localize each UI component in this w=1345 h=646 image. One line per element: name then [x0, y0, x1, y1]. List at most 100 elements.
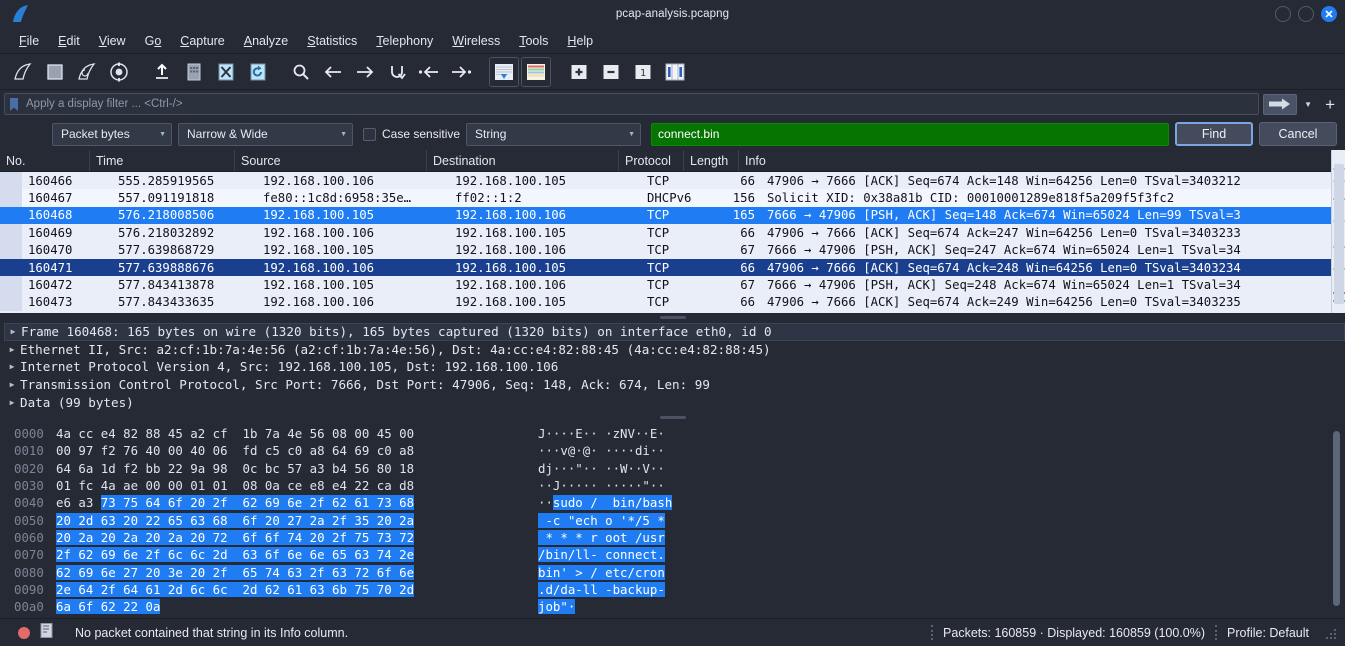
- packet-list-scrollbar[interactable]: [1331, 150, 1345, 313]
- restart-capture-icon[interactable]: [72, 57, 102, 87]
- find-search-in-value: Packet bytes: [61, 127, 130, 141]
- detail-row[interactable]: ▶ Data (99 bytes): [4, 393, 1345, 411]
- column-header-time[interactable]: Time: [90, 150, 235, 171]
- row-gutter: [0, 241, 22, 259]
- column-header-info[interactable]: Info: [739, 150, 1345, 171]
- detail-row[interactable]: ▶ Internet Protocol Version 4, Src: 192.1…: [4, 358, 1345, 376]
- menu-statistics[interactable]: Statistics: [298, 31, 366, 51]
- capture-options-icon[interactable]: [104, 57, 134, 87]
- menu-go[interactable]: Go: [136, 31, 171, 51]
- auto-scroll-icon[interactable]: [489, 56, 519, 87]
- go-back-icon[interactable]: [318, 57, 348, 87]
- hex-scroll-thumb[interactable]: [1333, 431, 1340, 606]
- menu-edit[interactable]: Edit: [49, 31, 89, 51]
- find-button[interactable]: Find: [1175, 122, 1253, 146]
- find-display-type-select[interactable]: String ▼: [466, 122, 642, 146]
- window-resize-grip[interactable]: [1325, 627, 1337, 639]
- hex-row[interactable]: 0070 2f 62 69 6e 2f 6c 6c 2d 63 6f 6e 6e …: [0, 546, 1345, 563]
- column-header-destination[interactable]: Destination: [427, 150, 619, 171]
- apply-filter-button[interactable]: [1263, 93, 1298, 115]
- hex-row[interactable]: 0080 62 69 6e 27 20 3e 20 2f 65 74 63 2f …: [0, 563, 1345, 580]
- menu-telephony[interactable]: Telephony: [367, 31, 442, 51]
- bookmark-icon[interactable]: [5, 97, 23, 112]
- hex-row[interactable]: 0040 e6 a3 73 75 64 6f 20 2f 62 69 6e 2f …: [0, 494, 1345, 511]
- reload-file-icon[interactable]: [243, 57, 273, 87]
- add-filter-button[interactable]: +: [1319, 96, 1341, 113]
- close-button[interactable]: [1321, 6, 1337, 22]
- close-file-icon[interactable]: [211, 57, 241, 87]
- menu-tools[interactable]: Tools: [510, 31, 557, 51]
- zoom-in-icon[interactable]: [564, 57, 594, 87]
- hex-row[interactable]: 0000 4a cc e4 82 88 45 a2 cf 1b 7a 4e 56 …: [0, 425, 1345, 442]
- pane-splitter-bottom[interactable]: [0, 413, 1345, 421]
- menu-go-pre: G: [144, 33, 155, 48]
- cancel-button[interactable]: Cancel: [1259, 122, 1337, 146]
- cell-len: 67: [740, 243, 755, 258]
- hex-row[interactable]: 0060 20 2a 20 2a 20 2a 20 72 6f 6f 74 20 …: [0, 529, 1345, 546]
- hex-row[interactable]: 0010 00 97 f2 76 40 00 40 06 fd c5 c0 a8 …: [0, 442, 1345, 459]
- table-row[interactable]: 160467 557.091191818 fe80::1c8d:6958:35e… f…: [0, 189, 1345, 207]
- menu-wireless[interactable]: Wireless: [443, 31, 509, 51]
- open-file-icon[interactable]: [147, 57, 177, 87]
- detail-row[interactable]: ▶ Ethernet II, Src: a2:cf:1b:7a:4e:56 (a2…: [4, 341, 1345, 359]
- table-row[interactable]: 160470 577.639868729 192.168.100.105 192.16…: [0, 241, 1345, 259]
- find-search-in-select[interactable]: Packet bytes ▼: [52, 122, 172, 146]
- menu-capture[interactable]: Capture: [171, 31, 233, 51]
- column-header-protocol[interactable]: Protocol: [619, 150, 684, 171]
- resize-columns-icon[interactable]: [660, 57, 690, 87]
- hex-row[interactable]: 0030 01 fc 4a ae 00 00 01 01 08 0a ce e8 …: [0, 477, 1345, 494]
- hex-row[interactable]: 0090 2e 64 2f 64 61 2d 6c 6c 2d 62 61 63 …: [0, 581, 1345, 598]
- table-row[interactable]: 160471 577.639888676 192.168.100.106 192.16…: [0, 258, 1345, 277]
- maximize-button[interactable]: [1298, 6, 1314, 22]
- start-capture-icon[interactable]: [8, 57, 38, 87]
- table-row[interactable]: 160466 555.285919565 192.168.100.106 192.16…: [0, 172, 1345, 190]
- find-search-input[interactable]: connect.bin: [651, 122, 1169, 146]
- column-header-length[interactable]: Length: [684, 150, 739, 171]
- chevron-right-icon[interactable]: ▶: [4, 398, 20, 407]
- chevron-right-icon[interactable]: ▶: [4, 345, 20, 354]
- profile-label[interactable]: Profile: Default: [1227, 626, 1309, 640]
- table-row[interactable]: 160473 577.843433635 192.168.100.106 192.16…: [0, 293, 1345, 312]
- hex-row[interactable]: 0020 64 6a 1d f2 bb 22 9a 98 0c bc 57 a3 …: [0, 460, 1345, 477]
- find-packet-bar: Packet bytes ▼ Narrow & Wide ▼ Case sens…: [0, 118, 1345, 150]
- save-file-icon[interactable]: [179, 57, 209, 87]
- stop-capture-icon[interactable]: [40, 57, 70, 87]
- menu-file[interactable]: File: [10, 31, 48, 51]
- pane-splitter-top[interactable]: [0, 313, 1345, 321]
- detail-row[interactable]: ▶ Transmission Control Protocol, Src Port…: [4, 376, 1345, 394]
- detail-row[interactable]: ▶ Frame 160468: 165 bytes on wire (1320 b…: [4, 323, 1345, 341]
- go-to-packet-icon[interactable]: [382, 57, 412, 87]
- zoom-out-icon[interactable]: [596, 57, 626, 87]
- go-to-last-packet-icon[interactable]: [446, 57, 476, 87]
- hex-row[interactable]: 0050 20 2d 63 20 22 65 63 68 6f 20 27 2a …: [0, 511, 1345, 528]
- column-header-no[interactable]: No.: [0, 150, 90, 171]
- menu-help[interactable]: Help: [558, 31, 602, 51]
- table-row[interactable]: 160469 576.218032892 192.168.100.106 192.16…: [0, 224, 1345, 242]
- table-row[interactable]: 160468 576.218008506 192.168.100.105 192.16…: [0, 206, 1345, 225]
- minimize-button[interactable]: [1275, 6, 1291, 22]
- find-packet-icon[interactable]: [286, 57, 316, 87]
- menu-view[interactable]: View: [90, 31, 135, 51]
- menu-analyze[interactable]: Analyze: [235, 31, 297, 51]
- hex-pane-scrollbar[interactable]: [1331, 427, 1342, 610]
- expert-info-dot-icon[interactable]: [18, 626, 30, 639]
- go-to-first-packet-icon[interactable]: [414, 57, 444, 87]
- find-char-width-select[interactable]: Narrow & Wide ▼: [178, 122, 353, 146]
- capture-file-properties-icon[interactable]: [40, 622, 53, 643]
- chevron-right-icon[interactable]: ▶: [4, 380, 20, 389]
- table-row[interactable]: 160472 577.843413878 192.168.100.105 192.16…: [0, 276, 1345, 294]
- go-forward-icon[interactable]: [350, 57, 380, 87]
- cell-proto: TCP: [647, 278, 670, 293]
- chevron-right-icon[interactable]: ▶: [5, 327, 21, 336]
- colorize-packets-icon[interactable]: [521, 56, 551, 87]
- case-sensitive-checkbox[interactable]: [363, 127, 376, 141]
- display-filter-input[interactable]: Apply a display filter ... <Ctrl-/>: [4, 93, 1260, 115]
- hex-ascii: J····E·· ·zNV··E·: [538, 426, 665, 441]
- zoom-reset-icon[interactable]: 1: [628, 57, 658, 87]
- column-header-source[interactable]: Source: [235, 150, 427, 171]
- chevron-right-icon[interactable]: ▶: [4, 362, 20, 371]
- hex-row[interactable]: 00a0 6a 6f 62 22 0a job"·: [0, 598, 1345, 615]
- row-gutter: [0, 258, 22, 277]
- case-sensitive-checkbox-wrap[interactable]: Case sensitive: [363, 127, 460, 141]
- filter-dropdown-chevron-down-icon[interactable]: ▼: [1301, 100, 1315, 109]
